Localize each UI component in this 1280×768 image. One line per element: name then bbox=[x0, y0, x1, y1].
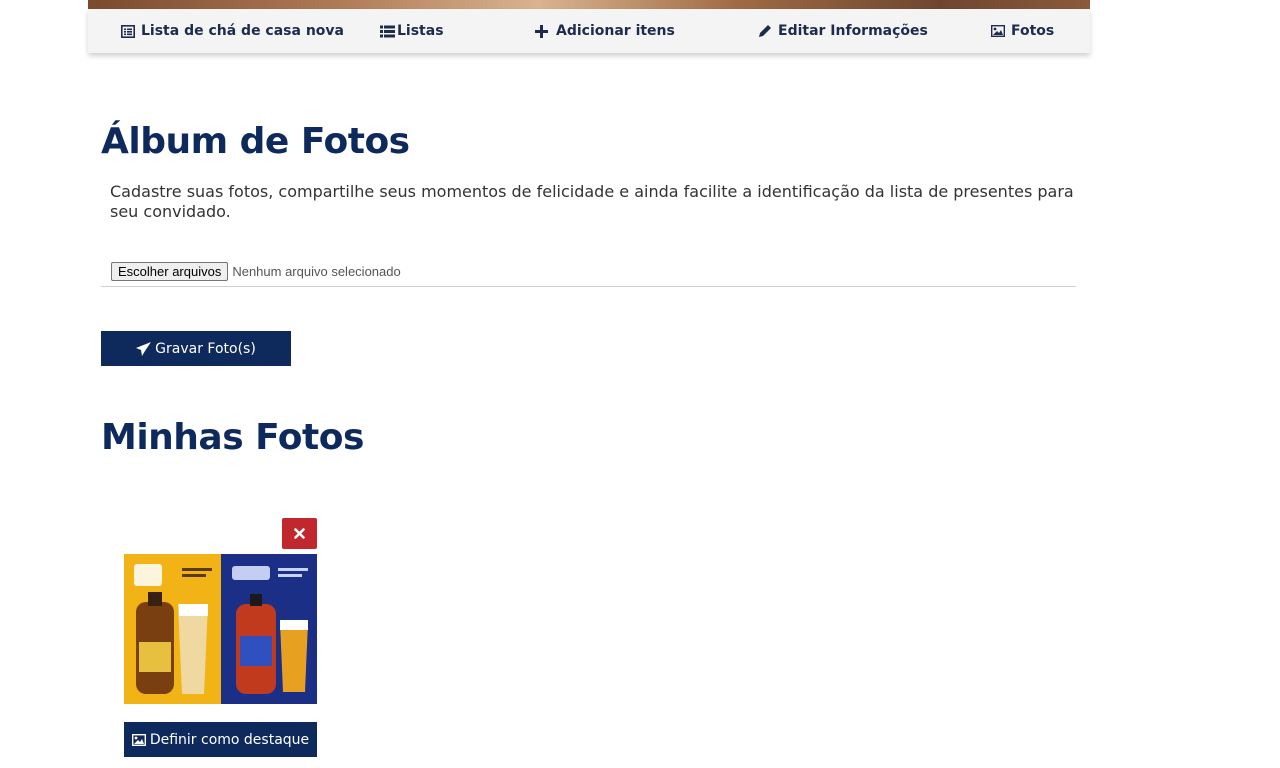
nav-item-label: Lista de chá de casa nova bbox=[141, 23, 344, 39]
beer-bottles-image bbox=[124, 554, 317, 704]
nav-item-fotos[interactable]: Fotos bbox=[991, 9, 1054, 53]
my-photos-title: Minhas Fotos bbox=[101, 417, 364, 458]
nav-item-adicionar-itens[interactable]: Adicionar itens bbox=[535, 9, 675, 53]
picture-icon bbox=[991, 25, 1005, 37]
choose-files-button[interactable]: Escolher arquivos bbox=[111, 262, 229, 281]
nav-item-label: Editar Informações bbox=[778, 23, 928, 39]
album-title: Álbum de Fotos bbox=[101, 121, 410, 162]
paper-plane-icon bbox=[136, 341, 152, 356]
nav-item-label: Listas bbox=[397, 23, 444, 39]
file-status-text: Nenhum arquivo selecionado bbox=[232, 264, 401, 279]
main-navbar: Lista de chá de casa nova Listas Adicion… bbox=[88, 9, 1090, 53]
save-photos-label: Gravar Foto(s) bbox=[155, 340, 256, 357]
set-featured-button[interactable]: Definir como destaque bbox=[124, 722, 317, 757]
times-icon bbox=[294, 528, 305, 539]
nav-item-label: Fotos bbox=[1011, 23, 1055, 39]
nav-item-label: Adicionar itens bbox=[556, 23, 675, 39]
pencil-icon bbox=[759, 25, 771, 37]
list-icon bbox=[380, 25, 395, 37]
set-featured-label: Definir como destaque bbox=[149, 731, 310, 748]
nav-item-editar-informacoes[interactable]: Editar Informações bbox=[758, 9, 928, 53]
list-alt-icon bbox=[121, 24, 135, 38]
file-upload-row: Escolher arquivos Nenhum arquivo selecio… bbox=[101, 262, 1076, 287]
album-description: Cadastre suas fotos, compartilhe seus mo… bbox=[110, 182, 1074, 221]
nav-item-lista-cha[interactable]: Lista de chá de casa nova bbox=[121, 9, 344, 53]
plus-icon bbox=[535, 24, 548, 38]
nav-item-listas[interactable]: Listas bbox=[380, 9, 444, 53]
save-photos-button[interactable]: Gravar Foto(s) bbox=[101, 331, 291, 366]
picture-icon bbox=[131, 733, 146, 746]
header-banner-image bbox=[88, 0, 1090, 9]
photo-thumbnail[interactable] bbox=[124, 554, 317, 704]
delete-photo-button[interactable] bbox=[282, 518, 317, 549]
